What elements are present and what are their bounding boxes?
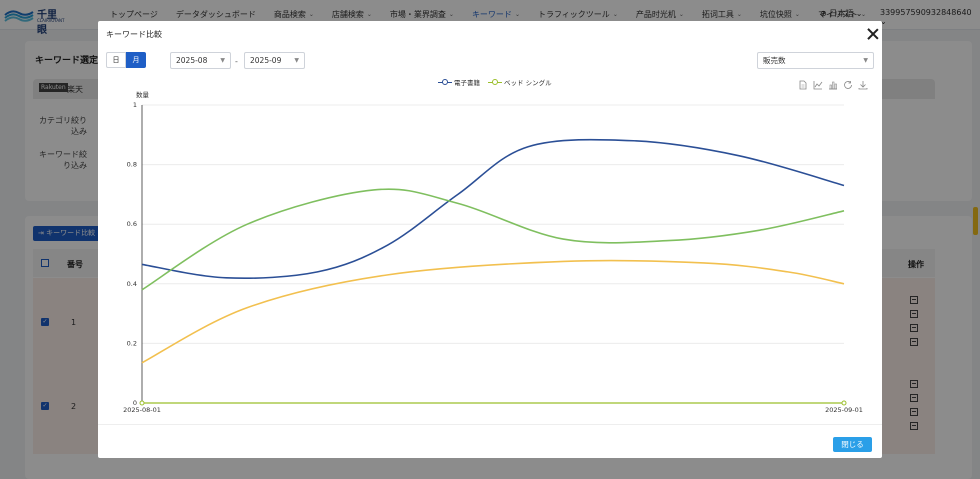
x-tick-label: 2025-09-01: [825, 406, 863, 414]
dialog-footer-divider: [98, 424, 882, 425]
series-line: [141, 138, 845, 280]
data-point: [841, 400, 847, 406]
y-tick-label: 0.8: [127, 161, 137, 169]
line-chart: 00.20.40.60.81数量2025-08-01 2025-09-01: [123, 90, 863, 414]
data-point: [139, 400, 145, 406]
y-tick-label: 0.2: [127, 339, 137, 347]
y-tick-label: 1: [133, 101, 137, 109]
series-line: [141, 259, 845, 364]
keyword-compare-dialog: キーワード比較 日 月 2025-08 ▼ - 2025-09 ▼ 販売数 ▼ …: [98, 21, 882, 458]
x-tick-label: 2025-08-01: [123, 406, 161, 414]
y-tick-label: 0.6: [127, 220, 137, 228]
close-button[interactable]: 閉じる: [833, 437, 872, 452]
y-axis-label: 数量: [136, 90, 150, 99]
y-tick-label: 0.4: [127, 280, 137, 288]
series-line: [141, 188, 845, 291]
